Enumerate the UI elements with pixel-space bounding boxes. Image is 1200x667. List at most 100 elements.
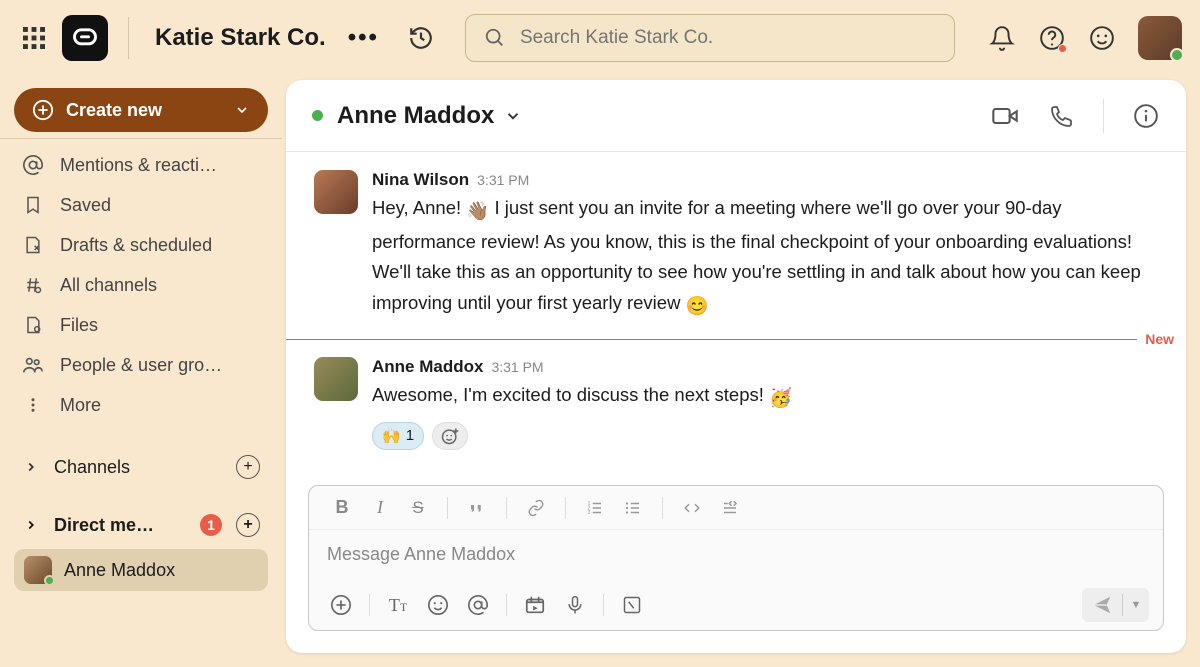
add-channel-button[interactable]: + (236, 455, 260, 479)
emoji-button[interactable] (420, 588, 456, 622)
divider (369, 594, 370, 616)
audio-call-button[interactable] (1047, 102, 1075, 130)
search-input[interactable] (520, 27, 936, 49)
sidebar-item-people[interactable]: People & user gro… (14, 345, 268, 385)
divider (0, 138, 282, 139)
compose-input[interactable]: Message Anne Maddox (309, 530, 1163, 580)
chevron-down-icon[interactable] (504, 107, 522, 125)
sidebar-label: More (60, 395, 101, 416)
dm-item-anne-maddox[interactable]: Anne Maddox (14, 549, 268, 591)
dm-unread-badge: 1 (200, 514, 222, 536)
audio-clip-button[interactable] (557, 588, 593, 622)
file-icon (22, 314, 44, 336)
channels-section-header[interactable]: Channels + (14, 447, 268, 487)
divider (128, 17, 129, 59)
sidebar-label: Mentions & reacti… (60, 155, 217, 176)
reaction-count: 1 (406, 427, 414, 444)
chevron-right-icon (22, 518, 40, 532)
divider (662, 497, 663, 519)
add-reaction-button[interactable] (432, 422, 468, 450)
message-avatar[interactable] (314, 170, 358, 214)
sidebar-item-more[interactable]: More (14, 385, 268, 425)
workspace-name[interactable]: Katie Stark Co. (155, 24, 326, 52)
message: Nina Wilson 3:31 PM Hey, Anne! 👋🏽 I just… (286, 166, 1186, 329)
message-author[interactable]: Nina Wilson (372, 170, 469, 190)
bullet-list-button[interactable] (616, 493, 650, 523)
dms-section-header[interactable]: Direct me… 1 + (14, 505, 268, 545)
divider (603, 594, 604, 616)
apps-grid-icon[interactable] (18, 22, 50, 54)
more-vertical-icon (22, 394, 44, 416)
message-author[interactable]: Anne Maddox (372, 357, 483, 377)
plus-circle-icon (32, 99, 54, 121)
conversation-title[interactable]: Anne Maddox (337, 102, 494, 130)
divider (1103, 99, 1104, 133)
user-avatar[interactable] (1138, 16, 1182, 60)
search-icon (484, 27, 506, 49)
sidebar-item-channels[interactable]: All channels (14, 265, 268, 305)
bookmark-icon (22, 194, 44, 216)
link-button[interactable] (519, 493, 553, 523)
message-time: 3:31 PM (477, 172, 529, 188)
send-options-button[interactable]: ▼ (1123, 588, 1149, 622)
sidebar-item-drafts[interactable]: Drafts & scheduled (14, 225, 268, 265)
reaction-emoji: 🙌 (382, 427, 401, 445)
dm-name: Anne Maddox (64, 560, 175, 581)
help-icon[interactable] (1038, 24, 1066, 52)
presence-indicator (312, 110, 323, 121)
sidebar-label: People & user gro… (60, 355, 222, 376)
ordered-list-button[interactable]: 123 (578, 493, 612, 523)
search-bar[interactable] (465, 14, 955, 62)
message: Anne Maddox 3:31 PM Awesome, I'm excited… (286, 353, 1186, 458)
message-text: Awesome, I'm excited to discuss the next… (372, 380, 1158, 414)
shortcuts-button[interactable] (614, 588, 650, 622)
message-avatar[interactable] (314, 357, 358, 401)
bold-button[interactable]: B (325, 493, 359, 523)
sidebar-item-mentions[interactable]: Mentions & reacti… (14, 145, 268, 185)
video-call-button[interactable] (991, 102, 1019, 130)
create-new-label: Create new (66, 100, 162, 121)
message-composer: B I S 123 Message Anne Maddox (308, 485, 1164, 631)
message-text: Hey, Anne! 👋🏽 I just sent you an invite … (372, 193, 1158, 321)
presence-indicator (44, 575, 55, 586)
hash-search-icon (22, 274, 44, 296)
history-icon[interactable] (407, 24, 435, 52)
divider (506, 594, 507, 616)
emoji-status-icon[interactable] (1088, 24, 1116, 52)
notifications-icon[interactable] (988, 24, 1016, 52)
people-icon (22, 354, 44, 376)
strike-button[interactable]: S (401, 493, 435, 523)
channels-label: Channels (54, 457, 222, 478)
create-new-button[interactable]: Create new (14, 88, 268, 132)
new-messages-divider: New (286, 331, 1186, 347)
workspace-menu-icon[interactable]: ••• (348, 24, 379, 52)
sidebar-item-files[interactable]: Files (14, 305, 268, 345)
sidebar-label: Drafts & scheduled (60, 235, 212, 256)
party-emoji: 🥳 (769, 383, 792, 414)
mention-button[interactable] (460, 588, 496, 622)
sidebar-item-saved[interactable]: Saved (14, 185, 268, 225)
video-clip-button[interactable] (517, 588, 553, 622)
add-dm-button[interactable]: + (236, 513, 260, 537)
quote-button[interactable] (460, 493, 494, 523)
smile-emoji: 😊 (686, 291, 709, 322)
text-format-button[interactable]: TT (380, 588, 416, 622)
code-button[interactable] (675, 493, 709, 523)
sidebar-label: All channels (60, 275, 157, 296)
draft-icon (22, 234, 44, 256)
divider (447, 497, 448, 519)
svg-text:3: 3 (588, 510, 591, 516)
workspace-logo[interactable] (62, 15, 108, 61)
divider (565, 497, 566, 519)
attach-button[interactable] (323, 588, 359, 622)
sidebar-label: Files (60, 315, 98, 336)
italic-button[interactable]: I (363, 493, 397, 523)
info-button[interactable] (1132, 102, 1160, 130)
codeblock-button[interactable] (713, 493, 747, 523)
at-icon (22, 154, 44, 176)
reaction-chip[interactable]: 🙌 1 (372, 422, 424, 450)
wave-emoji: 👋🏽 (466, 196, 489, 227)
help-notification-dot (1058, 44, 1067, 53)
dms-label: Direct me… (54, 515, 182, 536)
send-button[interactable] (1082, 588, 1122, 622)
